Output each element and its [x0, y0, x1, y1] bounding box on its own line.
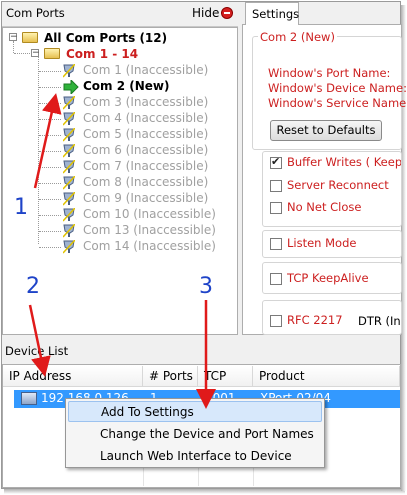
- annotation-arrows: [28, 93, 216, 409]
- callout-arrow-1: [33, 93, 62, 189]
- callout-number-3: 3: [199, 274, 213, 299]
- callout-number-2: 2: [26, 274, 40, 299]
- callout-number-1: 1: [14, 195, 28, 220]
- callout-arrow-2: [28, 304, 51, 377]
